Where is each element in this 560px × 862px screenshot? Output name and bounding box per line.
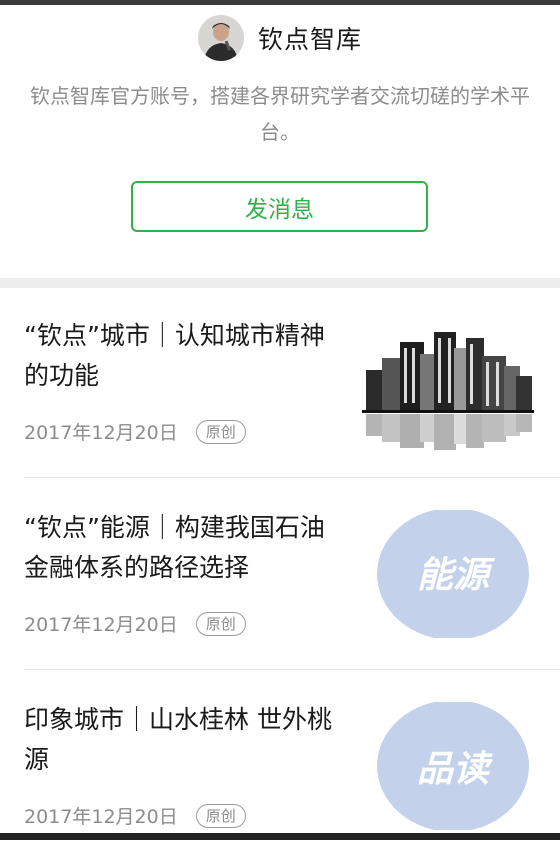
svg-text:能源: 能源 xyxy=(417,554,496,596)
section-separator xyxy=(0,278,560,288)
article-meta: 2017年12月20日 原创 xyxy=(24,610,246,637)
send-message-button[interactable]: 发消息 xyxy=(131,181,428,232)
account-description: 钦点智库官方账号，搭建各界研究学者交流切磋的学术平台。 xyxy=(30,84,530,144)
article-thumbnail[interactable] xyxy=(362,328,534,454)
article-divider xyxy=(24,477,560,478)
city-skyline-icon xyxy=(362,328,534,450)
svg-text:品读: 品读 xyxy=(417,748,493,790)
account-name: 钦点智库 xyxy=(257,25,362,54)
article-meta: 2017年12月20日 原创 xyxy=(24,418,246,445)
article-date: 2017年12月20日 xyxy=(24,806,178,828)
energy-calligraphy-icon: 能源 xyxy=(377,508,529,640)
original-badge: 原创 xyxy=(195,419,246,444)
article-title[interactable]: 印象城市｜山水桂林 世外桃源 xyxy=(24,700,344,780)
original-badge: 原创 xyxy=(195,611,246,636)
pinread-calligraphy-icon: 品读 xyxy=(377,700,529,832)
article-divider xyxy=(24,669,560,670)
original-badge: 原创 xyxy=(195,803,246,828)
article-date: 2017年12月20日 xyxy=(24,422,178,444)
navigation-bar-edge xyxy=(0,833,560,840)
article-meta: 2017年12月20日 原创 xyxy=(24,802,246,829)
article-date: 2017年12月20日 xyxy=(24,614,178,636)
account-header: 钦点智库 钦点智库官方账号，搭建各界研究学者交流切磋的学术平台。 发消息 xyxy=(0,5,560,278)
article-title[interactable]: “钦点”城市｜认知城市精神的功能 xyxy=(24,316,344,396)
avatar-portrait-icon xyxy=(197,15,244,61)
article-title[interactable]: “钦点”能源｜构建我国石油金融体系的路径选择 xyxy=(24,508,344,588)
article-item[interactable]: “钦点”能源｜构建我国石油金融体系的路径选择 2017年12月20日 原创 能源 xyxy=(0,480,560,670)
account-row: 钦点智库 xyxy=(0,13,560,63)
avatar[interactable] xyxy=(197,15,244,61)
article-thumbnail[interactable]: 品读 xyxy=(377,700,529,834)
article-item[interactable]: “钦点”城市｜认知城市精神的功能 2017年12月20日 原创 xyxy=(0,288,560,478)
article-thumbnail[interactable]: 能源 xyxy=(377,508,529,642)
